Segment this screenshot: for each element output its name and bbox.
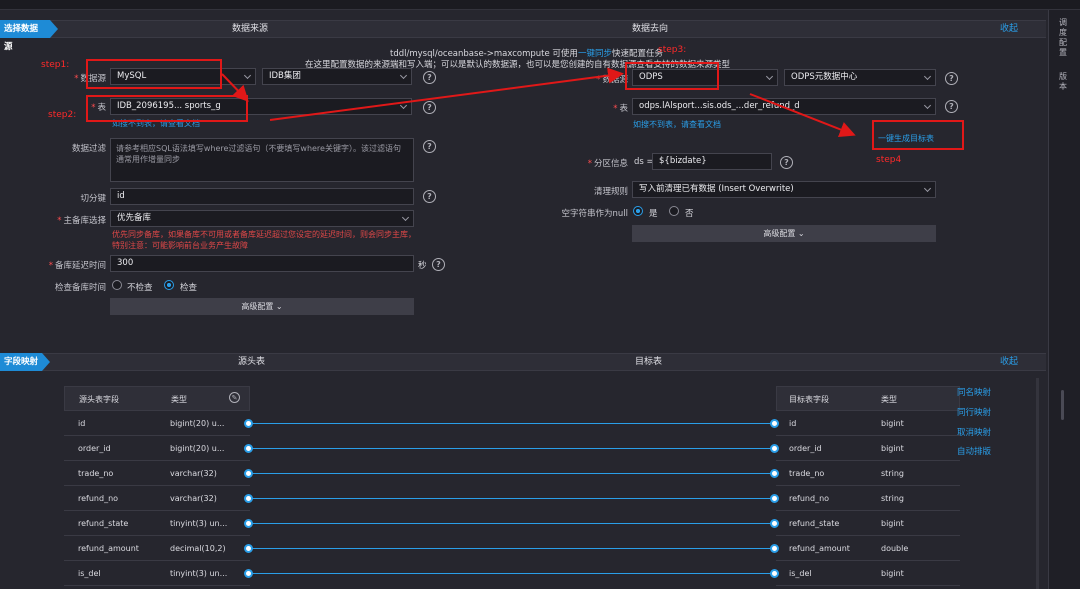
source-field-name: trade_no [78, 469, 114, 478]
mapping-line[interactable] [252, 498, 774, 499]
target-field-type: bigint [881, 569, 904, 578]
table-row [776, 411, 960, 436]
source-field-type: decimal(10,2) [170, 544, 226, 553]
target-field-type: bigint [881, 419, 904, 428]
arrow-step1-to-step2 [221, 73, 249, 102]
mapping-line[interactable] [252, 423, 774, 424]
arrow-step3-to-step4 [749, 93, 856, 138]
mapping-section-bar [0, 353, 1046, 371]
target-field-type: double [881, 544, 909, 553]
source-connector-dot[interactable] [244, 419, 253, 428]
source-connector-dot[interactable] [244, 544, 253, 553]
right-side-panel: 调度配置 版本 [1048, 10, 1080, 589]
source-field-col: 源头表字段 [79, 395, 119, 404]
version-tab[interactable]: 版本 [1059, 72, 1073, 92]
target-connector-dot[interactable] [770, 519, 779, 528]
target-field-name: refund_state [789, 519, 840, 528]
map-same-row-link[interactable]: 同行映射 [957, 406, 991, 418]
mapping-line[interactable] [252, 448, 774, 449]
target-field-name: refund_amount [789, 544, 850, 553]
source-type-col: 类型 [171, 395, 187, 404]
target-field-name: trade_no [789, 469, 825, 478]
source-field-name: refund_no [78, 494, 119, 503]
mapping-line[interactable] [252, 548, 774, 549]
target-connector-dot[interactable] [770, 419, 779, 428]
target-field-name: refund_no [789, 494, 830, 503]
target-connector-dot[interactable] [770, 544, 779, 553]
source-field-type: bigint(20) u... [170, 419, 225, 428]
arrow-step2-to-step3 [269, 67, 624, 121]
cancel-mapping-link[interactable]: 取消映射 [957, 426, 991, 438]
target-field-type: string [881, 469, 904, 478]
target-connector-dot[interactable] [770, 469, 779, 478]
source-table-head: 源头表字段 类型 ✎ [64, 386, 250, 411]
scrollbar[interactable] [1061, 390, 1064, 420]
target-connector-dot[interactable] [770, 444, 779, 453]
target-connector-dot[interactable] [770, 569, 779, 578]
source-field-name: order_id [78, 444, 111, 453]
source-field-type: tinyint(3) un... [170, 569, 228, 578]
target-type-col: 类型 [881, 395, 897, 404]
source-field-type: bigint(20) u... [170, 444, 225, 453]
source-connector-dot[interactable] [244, 444, 253, 453]
source-field-name: refund_amount [78, 544, 139, 553]
source-field-type: varchar(32) [170, 469, 217, 478]
source-field-name: refund_state [78, 519, 129, 528]
source-field-name: is_del [78, 569, 101, 578]
target-field-name: is_del [789, 569, 812, 578]
target-field-name: id [789, 419, 797, 428]
target-field-type: string [881, 494, 904, 503]
tab-field-mapping[interactable]: 字段映射 [0, 353, 50, 371]
mapping-line[interactable] [252, 523, 774, 524]
schedule-config-tab[interactable]: 调度配置 [1059, 18, 1073, 58]
source-field-name: id [78, 419, 86, 428]
source-connector-dot[interactable] [244, 469, 253, 478]
source-field-type: tinyint(3) un... [170, 519, 228, 528]
target-table-header: 目标表 [635, 357, 663, 367]
target-field-type: bigint [881, 444, 904, 453]
target-connector-dot[interactable] [770, 494, 779, 503]
source-table-header: 源头表 [238, 357, 266, 367]
mapping-scrollbar[interactable] [1036, 378, 1039, 589]
source-connector-dot[interactable] [244, 569, 253, 578]
collapse-mapping-link[interactable]: 收起 [1000, 353, 1018, 371]
target-field-col: 目标表字段 [789, 395, 829, 404]
mapping-line[interactable] [252, 573, 774, 574]
mapping-line[interactable] [252, 473, 774, 474]
auto-layout-link[interactable]: 自动排版 [957, 445, 991, 457]
map-same-name-link[interactable]: 同名映射 [957, 386, 991, 398]
target-table-head: 目标表字段 类型 [776, 386, 960, 411]
source-connector-dot[interactable] [244, 519, 253, 528]
source-connector-dot[interactable] [244, 494, 253, 503]
target-field-type: bigint [881, 519, 904, 528]
target-field-name: order_id [789, 444, 822, 453]
source-field-type: varchar(32) [170, 494, 217, 503]
step-arrows [221, 67, 856, 138]
edit-icon[interactable]: ✎ [229, 392, 240, 403]
